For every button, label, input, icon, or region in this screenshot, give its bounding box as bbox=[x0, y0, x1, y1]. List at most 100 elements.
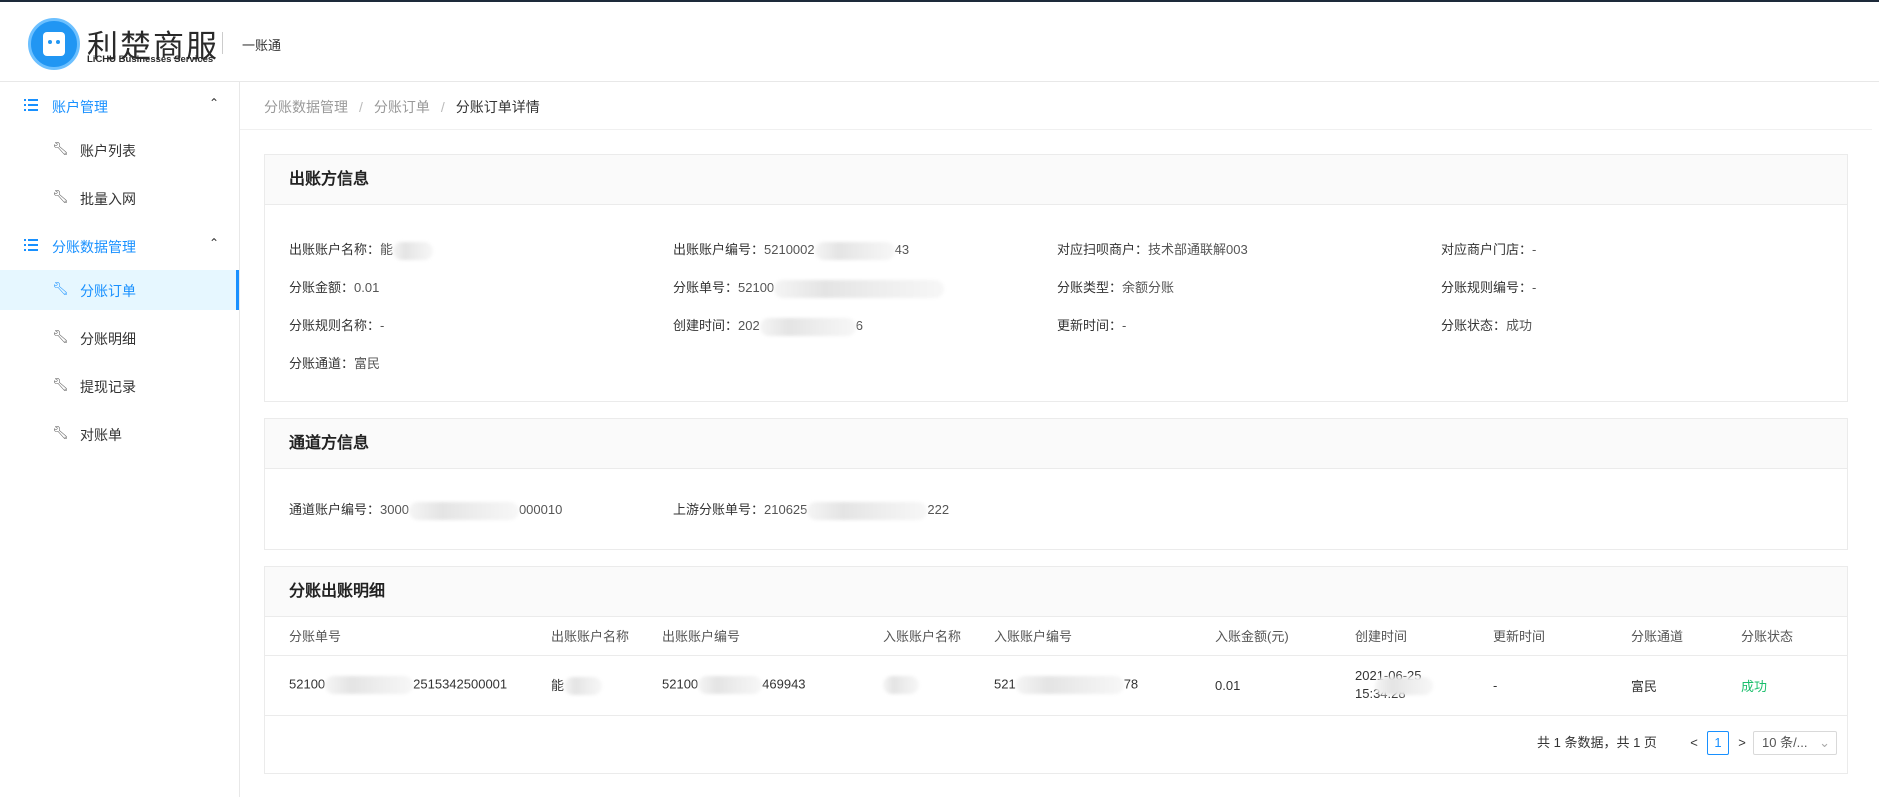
field-value: 210625 bbox=[764, 502, 808, 517]
field-payer-account-no: 出账账户编号：5210002 43 bbox=[673, 239, 909, 260]
column-header: 分账状态 bbox=[1717, 617, 1847, 656]
field-value: 3000 bbox=[380, 502, 409, 517]
sidebar-item-label: 分账明细 bbox=[80, 331, 136, 347]
menu-group-account[interactable]: 账户管理 ⌃ bbox=[0, 82, 239, 130]
field-label: 分账单号： bbox=[673, 280, 739, 295]
detail-table: 分账单号 出账账户名称 出账账户编号 入账账户名称 入账账户编号 入账金额(元)… bbox=[265, 617, 1847, 716]
sidebar-item-label: 批量入网 bbox=[80, 191, 136, 207]
page-size-value: 10 条/... bbox=[1762, 735, 1808, 750]
field-value: - bbox=[1532, 242, 1537, 257]
status-badge: 成功 bbox=[1717, 655, 1847, 716]
divider bbox=[240, 129, 1872, 130]
table-row: 52100 2515342500001 能 52100 469943 521 78 0… bbox=[265, 655, 1847, 716]
brand-tagline: LiCHU Businesses Services bbox=[87, 54, 214, 65]
breadcrumb: 分账数据管理 / 分账订单 / 分账订单详情 bbox=[264, 97, 540, 117]
sidebar-item-label: 分账订单 bbox=[80, 283, 136, 299]
redacted-blur bbox=[814, 241, 895, 260]
field-label: 创建时间： bbox=[673, 318, 739, 333]
field-upstream-order-no: 上游分账单号：210625 222 bbox=[673, 499, 949, 520]
split-detail-card: 分账出账明细 分账单号 出账账户名称 出账账户编号 入账账户名称 入账账户编号 … bbox=[264, 566, 1848, 774]
field-label: 出账账户编号： bbox=[673, 242, 765, 257]
field-rule-name: 分账规则名称：- bbox=[289, 315, 384, 334]
cell-payee-no: 521 78 bbox=[970, 655, 1191, 716]
cell-text-suffix: 2515342500001 bbox=[413, 676, 508, 692]
breadcrumb-item[interactable]: 分账数据管理 bbox=[264, 97, 348, 117]
field-label: 分账类型： bbox=[1057, 280, 1123, 295]
cell-channel: 富民 bbox=[1607, 655, 1717, 716]
list-icon bbox=[24, 99, 38, 111]
cell-payer-name: 能 bbox=[527, 655, 638, 716]
field-split-amount: 分账金额：0.01 bbox=[289, 277, 379, 296]
column-header: 入账账户名称 bbox=[859, 617, 970, 656]
cell-text-suffix: 78 bbox=[1123, 676, 1139, 692]
field-label: 对应商户门店： bbox=[1441, 242, 1533, 257]
redacted-blur bbox=[393, 241, 434, 260]
divider bbox=[222, 32, 223, 54]
card-title: 通道方信息 bbox=[289, 435, 370, 452]
cell-text: 能 bbox=[551, 677, 565, 693]
field-channel-account-no: 通道账户编号：3000 000010 bbox=[289, 499, 562, 520]
field-label: 出账账户名称： bbox=[289, 242, 381, 257]
field-value-suffix: 6 bbox=[855, 318, 863, 333]
field-split-channel: 分账通道：富民 bbox=[289, 353, 380, 372]
sidebar-item-label: 提现记录 bbox=[80, 379, 136, 395]
field-merchant: 对应扫呗商户：技术部通联解003 bbox=[1057, 239, 1248, 258]
page-size-select[interactable]: 10 条/... ⌄ bbox=[1753, 731, 1837, 755]
breadcrumb-current: 分账订单详情 bbox=[455, 99, 540, 115]
cell-text-suffix: 469943 bbox=[762, 676, 806, 692]
wrench-icon: 🔧︎ bbox=[52, 425, 69, 440]
field-store: 对应商户门店：- bbox=[1441, 239, 1536, 258]
field-created-time: 创建时间：202 6 bbox=[673, 315, 863, 336]
cell-amount: 0.01 bbox=[1191, 655, 1331, 716]
breadcrumb-item[interactable]: 分账订单 bbox=[374, 97, 430, 117]
chevron-up-icon: ⌃ bbox=[208, 236, 219, 250]
field-value: 52100 bbox=[738, 280, 775, 295]
prev-page-button[interactable]: < bbox=[1683, 731, 1705, 755]
column-header: 分账单号 bbox=[265, 617, 527, 656]
sidebar-item-split-order[interactable]: 🔧︎ 分账订单 bbox=[0, 270, 239, 310]
field-payer-account-name: 出账账户名称：能 bbox=[289, 239, 434, 260]
cell-text: 521 bbox=[994, 676, 1016, 692]
card-title: 出账方信息 bbox=[289, 171, 370, 188]
page-1-button[interactable]: 1 bbox=[1707, 731, 1729, 755]
top-bar: 利楚商服 LiCHU Businesses Services 一账通 bbox=[0, 0, 1879, 82]
cell-payer-no: 52100 469943 bbox=[638, 655, 859, 716]
field-updated-time: 更新时间：- bbox=[1057, 315, 1126, 334]
sidebar-item-statement[interactable]: 🔧︎ 对账单 bbox=[0, 414, 239, 454]
field-label: 上游分账单号： bbox=[673, 502, 765, 517]
pagination-summary: 共 1 条数据，共 1 页 bbox=[1537, 735, 1657, 750]
card-header: 通道方信息 bbox=[265, 419, 1847, 469]
wrench-icon: 🔧︎ bbox=[52, 189, 69, 204]
column-header: 更新时间 bbox=[1469, 617, 1607, 656]
next-page-button[interactable]: > bbox=[1731, 731, 1753, 755]
sidebar-item-batch-onboard[interactable]: 🔧︎ 批量入网 bbox=[0, 178, 239, 218]
channel-info-card: 通道方信息 通道账户编号：3000 000010 上游分账单号：210625 222 bbox=[264, 418, 1848, 550]
cell-text: 52100 bbox=[289, 676, 326, 692]
menu-group-split-data[interactable]: 分账数据管理 ⌃ bbox=[0, 222, 239, 270]
sidebar-item-account-list[interactable]: 🔧︎ 账户列表 bbox=[0, 130, 239, 170]
cell-order-no: 52100 2515342500001 bbox=[265, 655, 527, 716]
field-value: 能 bbox=[380, 242, 394, 257]
card-header: 分账出账明细 bbox=[265, 567, 1847, 617]
breadcrumb-separator: / bbox=[359, 99, 363, 115]
redacted-blur bbox=[1015, 676, 1124, 694]
column-header: 出账账户编号 bbox=[638, 617, 859, 656]
wrench-icon: 🔧︎ bbox=[52, 281, 69, 296]
sidebar: 账户管理 ⌃ 🔧︎ 账户列表 🔧︎ 批量入网 分账数据管理 ⌃ 🔧︎ 分账订单 … bbox=[0, 82, 240, 797]
cell-updated-time: - bbox=[1469, 655, 1607, 716]
sidebar-item-split-detail[interactable]: 🔧︎ 分账明细 bbox=[0, 318, 239, 358]
field-value: - bbox=[1532, 280, 1537, 295]
wrench-icon: 🔧︎ bbox=[52, 329, 69, 344]
cell-created-time: 2021-06-25 15:34:28 bbox=[1331, 655, 1469, 716]
field-value: 技术部通联解003 bbox=[1148, 242, 1248, 257]
card-header: 出账方信息 bbox=[265, 155, 1847, 205]
redacted-blur bbox=[408, 501, 519, 520]
breadcrumb-separator: / bbox=[440, 99, 445, 115]
wrench-icon: 🔧︎ bbox=[52, 377, 69, 392]
sidebar-item-withdraw-records[interactable]: 🔧︎ 提现记录 bbox=[0, 366, 239, 406]
redacted-blur bbox=[759, 317, 856, 336]
column-header: 出账账户名称 bbox=[527, 617, 638, 656]
column-header: 创建时间 bbox=[1331, 617, 1469, 656]
field-label: 通道账户编号： bbox=[289, 502, 381, 517]
field-value-suffix: 000010 bbox=[518, 502, 563, 517]
